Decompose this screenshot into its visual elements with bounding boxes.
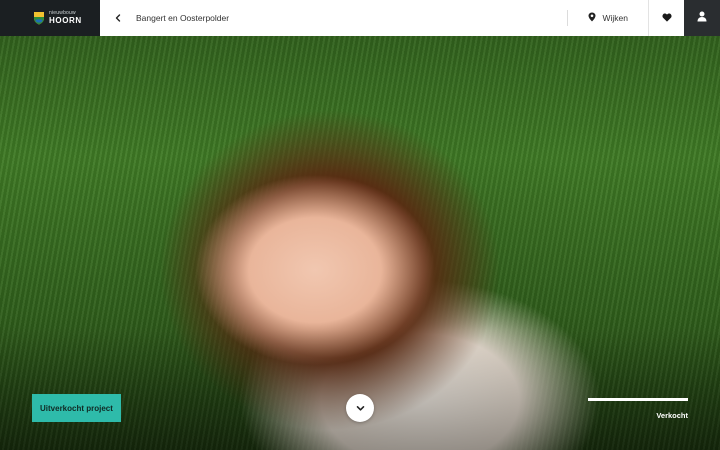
chevron-left-icon <box>114 9 122 27</box>
back-button[interactable] <box>100 0 136 36</box>
user-icon <box>697 9 707 27</box>
map-pin-icon <box>588 9 596 27</box>
wijken-label: Wijken <box>602 13 628 23</box>
user-account-button[interactable] <box>684 0 720 36</box>
navigation-bar: Bangert en Oosterpolder Wijken <box>100 0 684 36</box>
breadcrumb[interactable]: Bangert en Oosterpolder <box>136 13 229 23</box>
logo-text: nieuwbouw HOORN <box>49 11 82 25</box>
heart-icon <box>661 9 672 27</box>
top-bar: nieuwbouw HOORN Bangert en Oosterpolder … <box>0 0 720 36</box>
shield-icon <box>33 11 45 25</box>
chevron-down-icon <box>356 399 365 417</box>
logo-text-big: HOORN <box>49 16 82 25</box>
sale-progress-fill <box>588 398 688 401</box>
sale-status-label: Verkocht <box>656 411 688 420</box>
logo[interactable]: nieuwbouw HOORN <box>0 0 100 36</box>
hero-shade <box>0 330 720 450</box>
favorites-button[interactable] <box>648 0 684 36</box>
scroll-down-button[interactable] <box>346 394 374 422</box>
sale-progress-bar <box>588 398 688 401</box>
sold-out-badge[interactable]: Uitverkocht project <box>32 394 121 422</box>
wijken-button[interactable]: Wijken <box>568 0 648 36</box>
